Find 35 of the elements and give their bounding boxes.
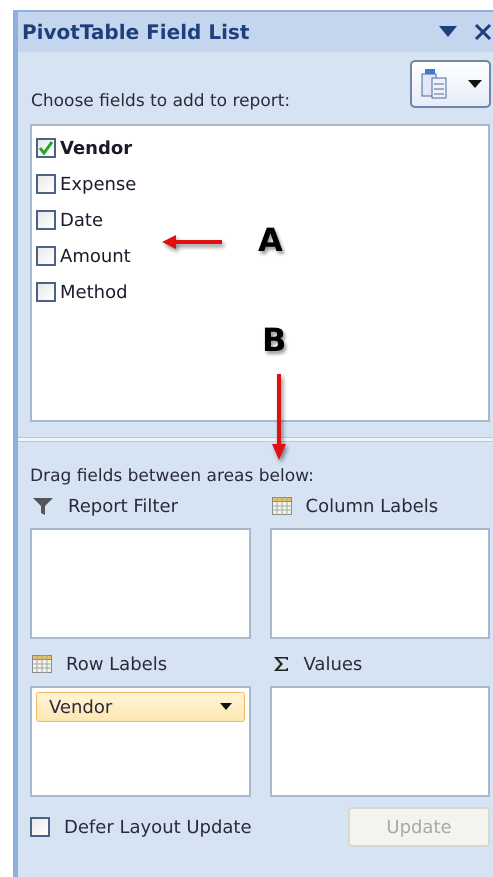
- area-label: Column Labels: [306, 494, 438, 518]
- dropdown-caret-icon: [220, 703, 232, 711]
- defer-label: Defer Layout Update: [64, 816, 252, 840]
- grid-icon: [32, 655, 52, 673]
- layout-button[interactable]: [410, 60, 491, 108]
- arrow-icon: [162, 234, 222, 250]
- grid-icon: [272, 497, 292, 515]
- checkbox[interactable]: [36, 246, 56, 266]
- checkbox[interactable]: [36, 282, 56, 302]
- area-label: Row Labels: [66, 652, 168, 676]
- checkbox[interactable]: [36, 210, 56, 230]
- field-name[interactable]: Date: [60, 206, 104, 234]
- annotation-label: A: [258, 224, 283, 256]
- field-name[interactable]: Expense: [60, 170, 136, 198]
- window-title: PivotTable Field List: [22, 19, 250, 46]
- close-icon[interactable]: [475, 24, 491, 40]
- dropdown-caret-icon: [468, 80, 482, 88]
- field-name[interactable]: Amount: [60, 242, 131, 270]
- checkbox[interactable]: [36, 138, 56, 158]
- drag-label: Drag fields between areas below:: [30, 465, 315, 488]
- checkbox[interactable]: [36, 174, 56, 194]
- choose-label: Choose fields to add to report:: [31, 90, 290, 112]
- funnel-icon: [32, 496, 54, 516]
- arrow-icon: [271, 374, 287, 460]
- checkbox[interactable]: [30, 817, 50, 837]
- field-chip[interactable]: Vendor: [36, 692, 244, 722]
- drop-area[interactable]: Vendor: [30, 686, 250, 797]
- layout-icon: [420, 68, 450, 100]
- area-label: Report Filter: [68, 494, 178, 518]
- field-name[interactable]: Method: [60, 278, 128, 306]
- annotation-label: B: [262, 324, 286, 356]
- area-label: Values: [304, 652, 362, 676]
- dropdown-caret-icon[interactable]: [439, 26, 457, 38]
- sigma-icon: [272, 655, 290, 673]
- field-name[interactable]: Vendor: [60, 134, 132, 162]
